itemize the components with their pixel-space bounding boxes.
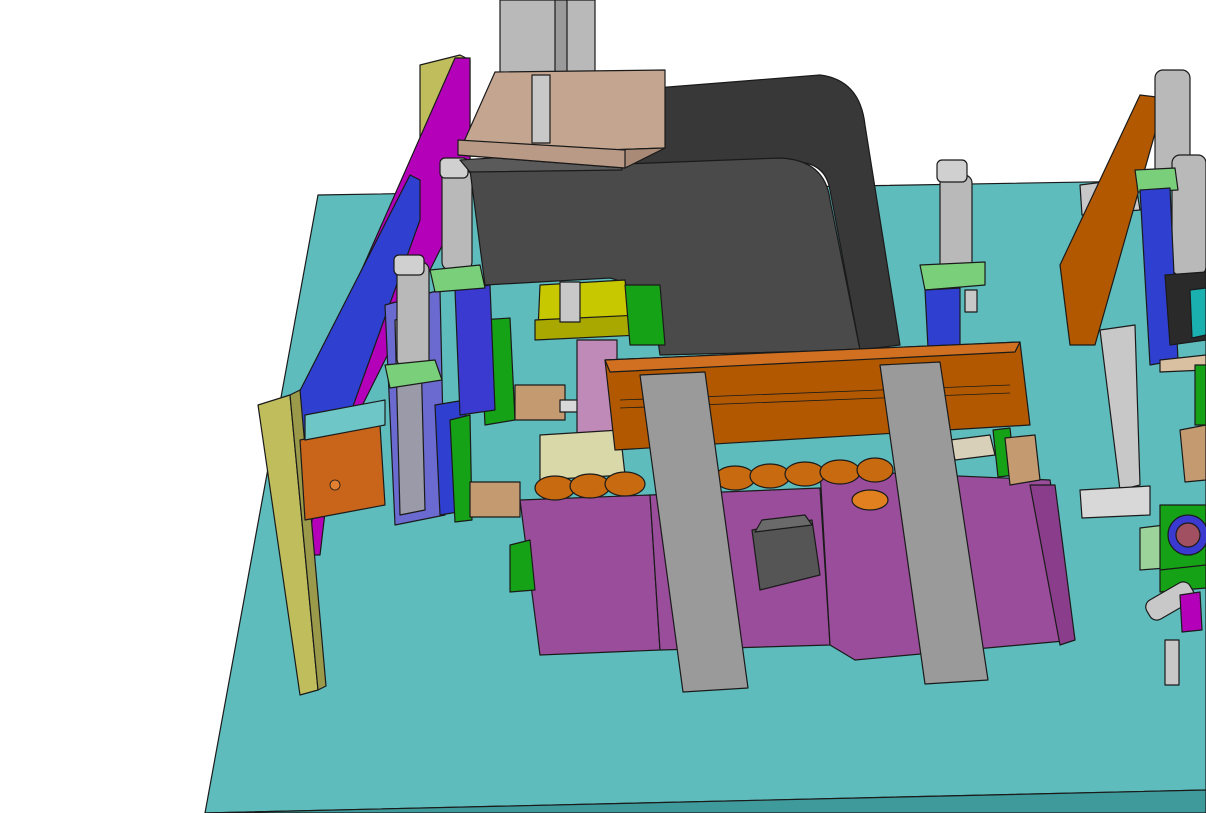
cad-drawing [204,0,1206,813]
top-press-cylinder [457,0,666,169]
center-brackets [992,427,1041,486]
cad-assembly-view [0,0,1206,813]
